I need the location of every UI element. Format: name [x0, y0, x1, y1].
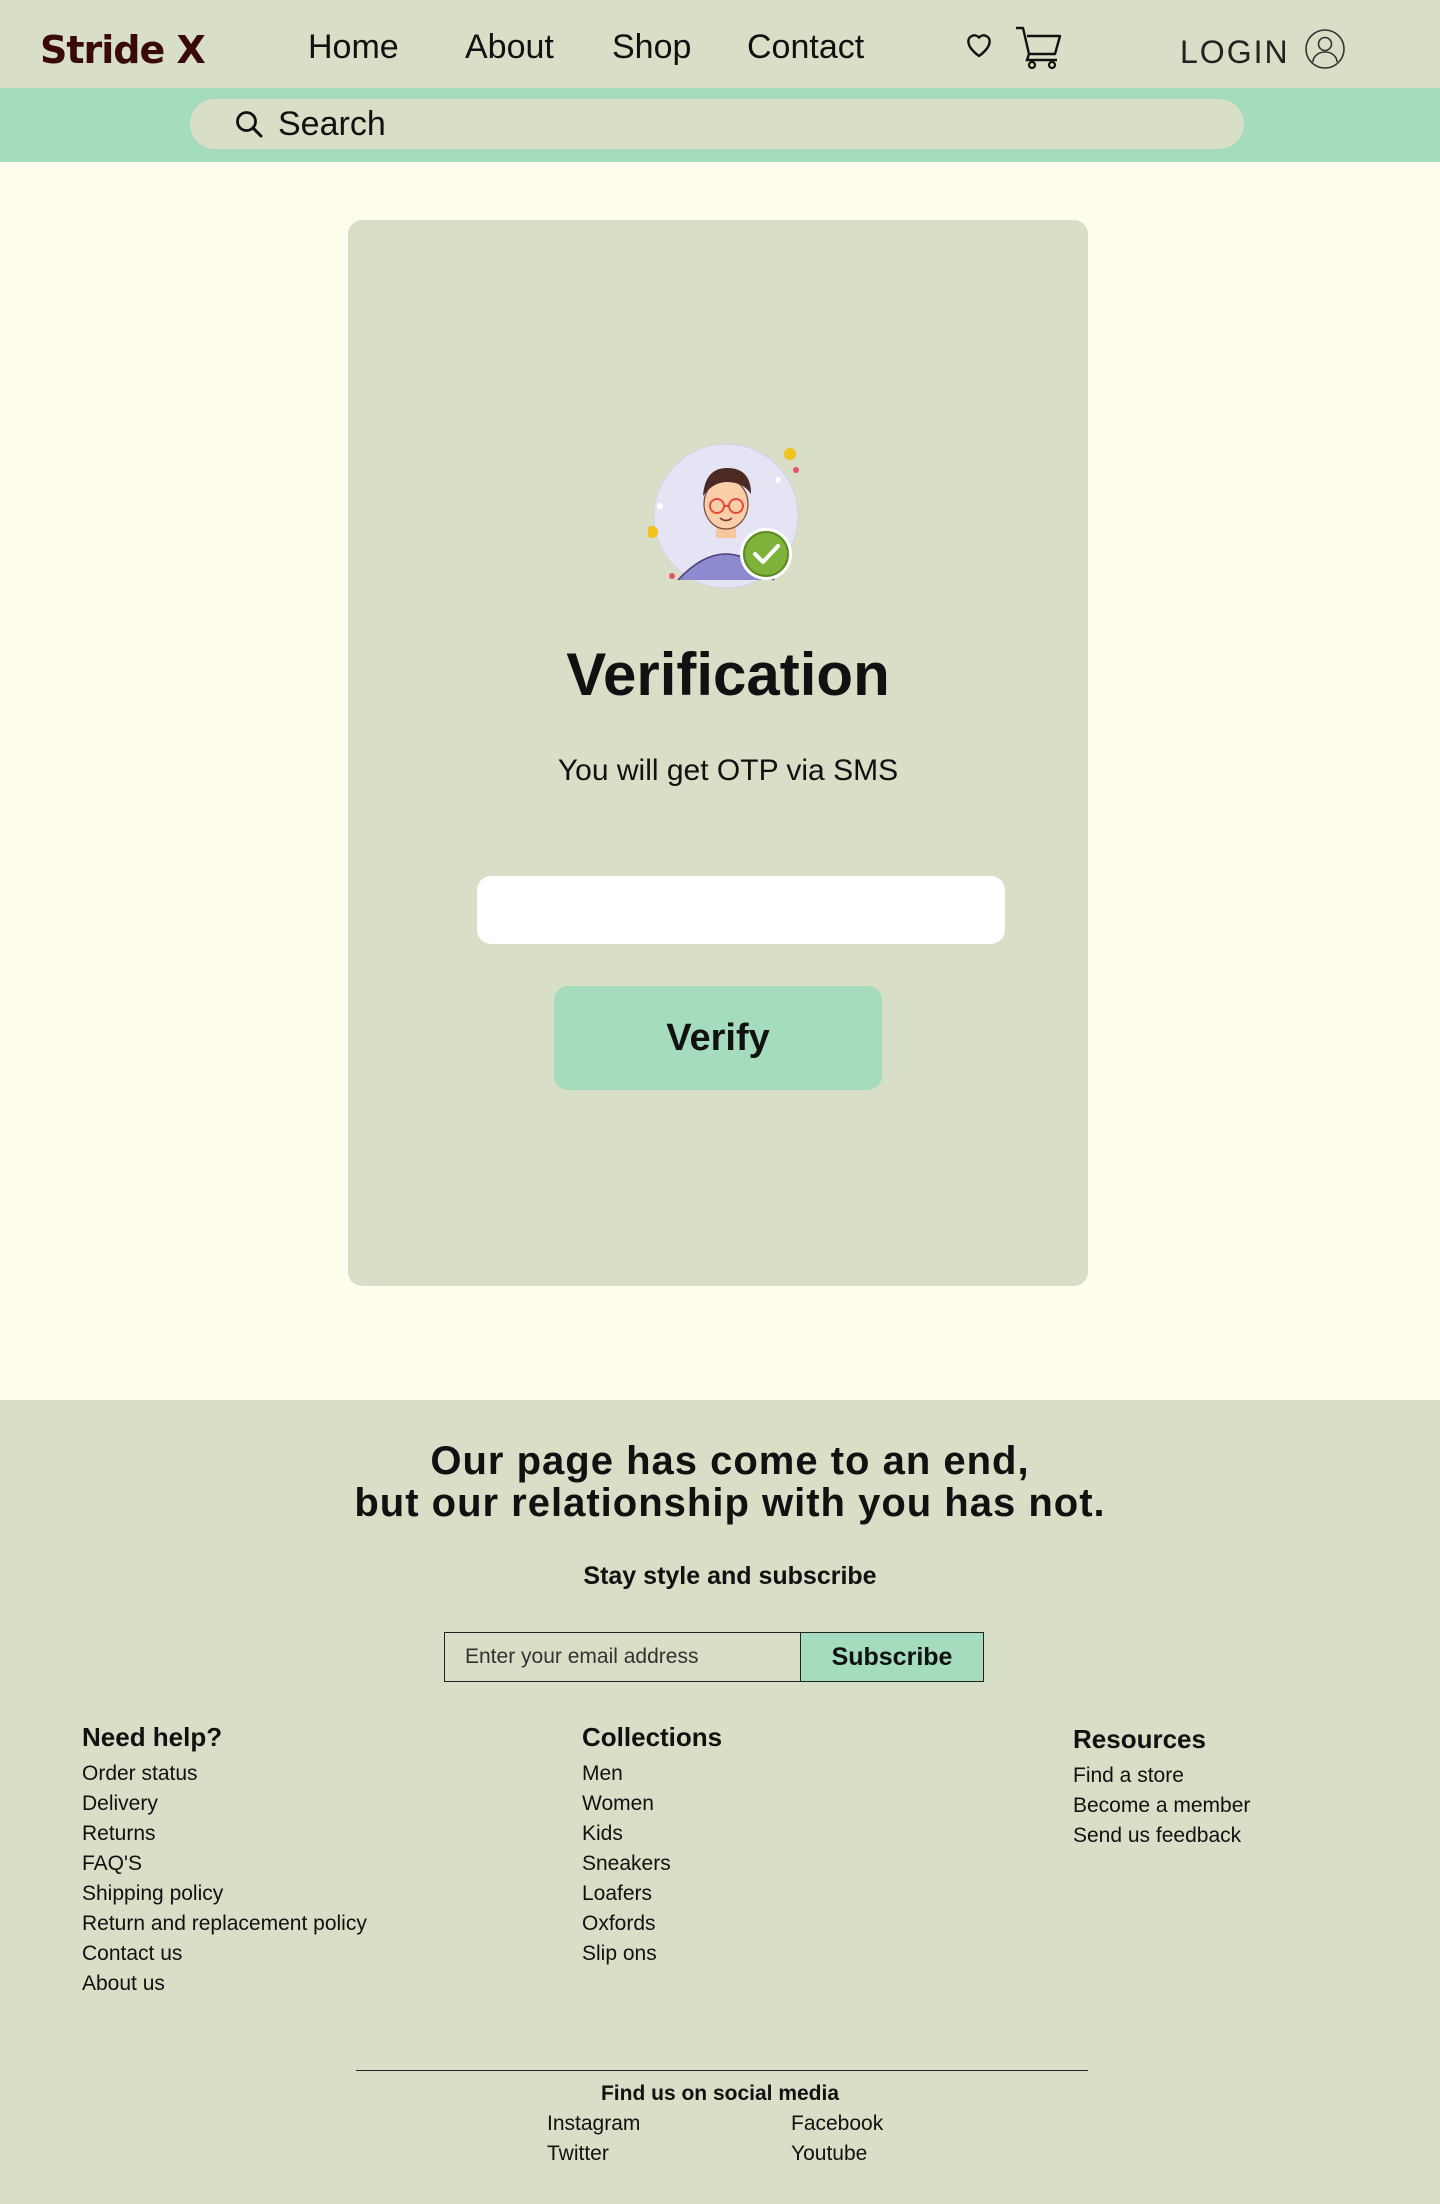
search-icon: [236, 111, 263, 138]
footer-link-oxfords[interactable]: Oxfords: [582, 1909, 722, 1939]
verification-subtitle: You will get OTP via SMS: [557, 754, 899, 787]
column-title: Collections: [582, 1722, 723, 1752]
subscribe-prompt: Stay style and subscribe: [583, 1562, 877, 1590]
heart-icon[interactable]: [962, 28, 996, 60]
footer-headline: Our page has come to an end, but our rel…: [0, 1440, 1440, 1524]
nav-about[interactable]: About: [465, 28, 554, 67]
footer-divider: [356, 2070, 1088, 2071]
verify-button[interactable]: Verify: [554, 986, 882, 1090]
user-icon[interactable]: [1304, 28, 1346, 70]
search-bar-container: Search: [0, 88, 1440, 162]
verified-user-illustration: [648, 443, 799, 589]
footer-column-help: Need help? Order status Delivery Returns…: [82, 1722, 367, 1999]
nav-shop[interactable]: Shop: [612, 28, 691, 67]
footer-link-faqs[interactable]: FAQ'S: [82, 1849, 367, 1879]
search-placeholder: Search: [278, 105, 386, 143]
login-link[interactable]: LOGIN: [1180, 34, 1290, 71]
email-field[interactable]: [444, 1632, 802, 1682]
footer-link-return-policy[interactable]: Return and replacement policy: [82, 1909, 367, 1939]
verification-card: Verification You will get OTP via SMS Ve…: [348, 220, 1088, 1286]
footer-link-contact-us[interactable]: Contact us: [82, 1939, 367, 1969]
footer-link-order-status[interactable]: Order status: [82, 1759, 367, 1789]
social-title: Find us on social media: [600, 2082, 840, 2105]
footer-column-resources: Resources Find a store Become a member S…: [1073, 1724, 1250, 1851]
footer-headline-line2: but our relationship with you has not.: [354, 1481, 1106, 1525]
footer-link-kids[interactable]: Kids: [582, 1819, 722, 1849]
otp-input[interactable]: [477, 876, 1005, 944]
cart-icon[interactable]: [1014, 24, 1062, 70]
subscribe-button[interactable]: Subscribe: [800, 1632, 984, 1682]
footer-link-become-member[interactable]: Become a member: [1073, 1791, 1250, 1821]
verification-title: Verification: [566, 641, 890, 708]
footer-column-collections: Collections Men Women Kids Sneakers Loaf…: [582, 1722, 722, 1969]
footer-link-find-store[interactable]: Find a store: [1073, 1761, 1250, 1791]
nav-contact[interactable]: Contact: [747, 28, 864, 67]
brand-logo[interactable]: Stride X: [40, 28, 206, 72]
footer-link-slip-ons[interactable]: Slip ons: [582, 1939, 722, 1969]
footer-link-sneakers[interactable]: Sneakers: [582, 1849, 722, 1879]
footer-headline-line1: Our page has come to an end,: [430, 1439, 1030, 1483]
footer-link-men[interactable]: Men: [582, 1759, 722, 1789]
footer-link-shipping-policy[interactable]: Shipping policy: [82, 1879, 367, 1909]
footer-link-delivery[interactable]: Delivery: [82, 1789, 367, 1819]
footer-link-send-feedback[interactable]: Send us feedback: [1073, 1821, 1250, 1851]
social-link-youtube[interactable]: Youtube: [791, 2142, 867, 2166]
site-header: Stride X Home About Shop Contact LOGIN: [0, 0, 1440, 88]
social-link-facebook[interactable]: Facebook: [791, 2112, 883, 2136]
column-title: Need help?: [82, 1722, 223, 1752]
footer-link-returns[interactable]: Returns: [82, 1819, 367, 1849]
social-link-instagram[interactable]: Instagram: [547, 2112, 640, 2136]
nav-home[interactable]: Home: [308, 28, 399, 67]
site-footer: Our page has come to an end, but our rel…: [0, 1400, 1440, 2204]
footer-link-women[interactable]: Women: [582, 1789, 722, 1819]
column-title: Resources: [1073, 1724, 1206, 1754]
footer-link-loafers[interactable]: Loafers: [582, 1879, 722, 1909]
footer-link-about-us[interactable]: About us: [82, 1969, 367, 1999]
social-link-twitter[interactable]: Twitter: [547, 2142, 609, 2166]
search-input[interactable]: Search: [190, 99, 1244, 149]
